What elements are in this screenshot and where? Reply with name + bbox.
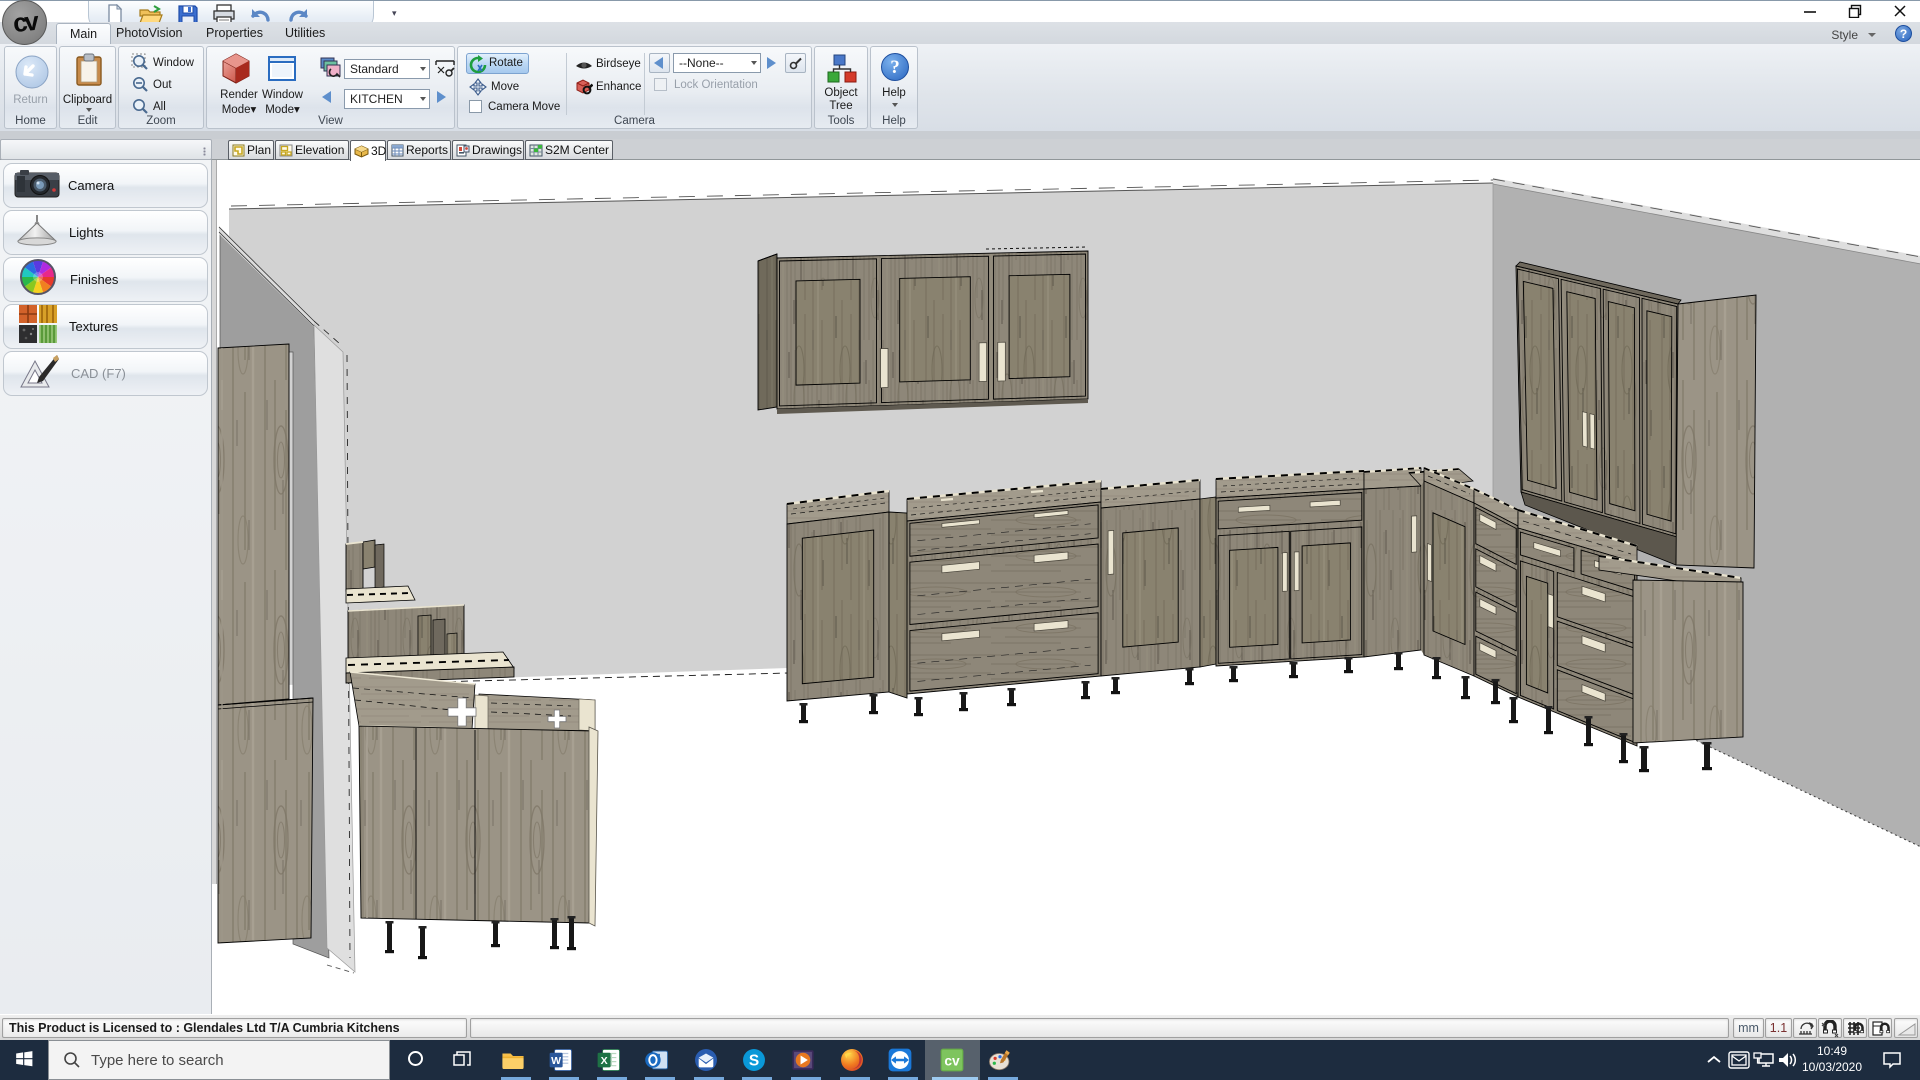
svg-text:cv: cv [944, 1053, 960, 1069]
svg-text:X: X [601, 1055, 608, 1067]
svg-text:S: S [749, 1053, 759, 1070]
svg-text:W: W [551, 1055, 561, 1067]
